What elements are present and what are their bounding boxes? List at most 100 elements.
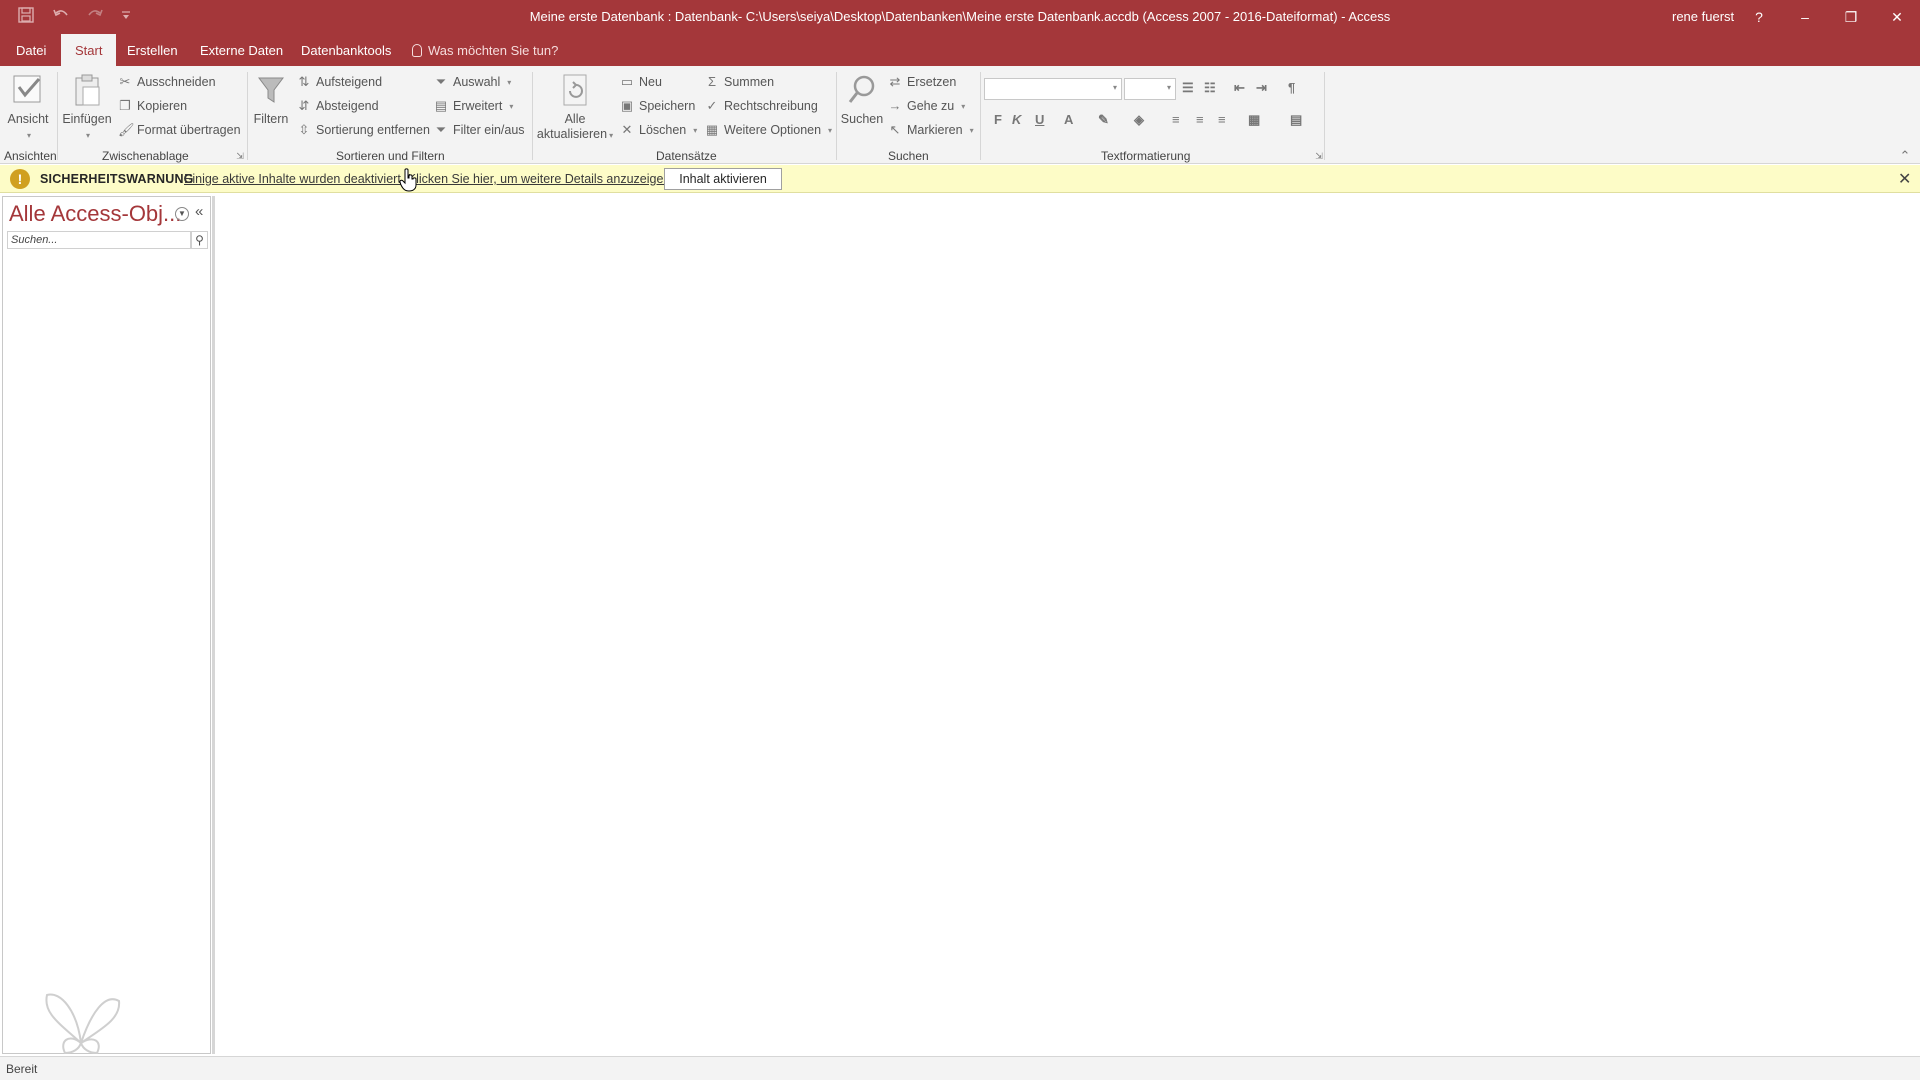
advanced-dropdown-icon: ▾: [509, 101, 514, 111]
font-size-combo[interactable]: ▾: [1124, 78, 1176, 100]
spelling-button[interactable]: ✓ Rechtschreibung: [705, 96, 818, 116]
close-button[interactable]: ✕: [1882, 4, 1912, 30]
status-text: Bereit: [6, 1062, 38, 1076]
save-record-button[interactable]: ▣ Speichern: [620, 96, 695, 116]
clipboard-dialog-launcher[interactable]: ⇲: [233, 150, 247, 162]
help-button[interactable]: ?: [1744, 4, 1774, 30]
more-options-button[interactable]: ▦ Weitere Optionen ▾: [705, 120, 832, 140]
alternate-row-color-icon[interactable]: ▤: [1290, 112, 1302, 128]
new-label: Neu: [639, 75, 662, 89]
goto-button[interactable]: → Gehe zu ▾: [888, 96, 966, 116]
security-warning-bar: ! SICHERHEITSWARNUNG Einige aktive Inhal…: [0, 165, 1920, 193]
align-center-icon[interactable]: ≡: [1196, 112, 1204, 127]
new-record-icon: ▭: [620, 74, 634, 89]
more-dropdown-icon: ▾: [828, 125, 833, 135]
table-icon: ▦: [705, 122, 719, 137]
security-details-link[interactable]: Einige aktive Inhalte wurden deaktiviert…: [184, 172, 674, 186]
tab-datei[interactable]: Datei: [2, 34, 60, 66]
align-left-icon[interactable]: ≡: [1172, 112, 1180, 127]
find-button[interactable]: Suchen: [838, 72, 886, 127]
format-painter-button[interactable]: 🖌 Format übertragen: [118, 120, 241, 140]
status-bar: Bereit: [0, 1056, 1920, 1080]
collapse-nav-button[interactable]: «: [195, 203, 203, 220]
advanced-filter-button[interactable]: ▤ Erweitert ▾: [434, 96, 514, 116]
nav-search-input[interactable]: Suchen...: [7, 231, 191, 249]
delete-label: Löschen: [639, 123, 687, 137]
sort-descending-button[interactable]: ⇵ Absteigend: [297, 96, 379, 116]
underline-button[interactable]: U: [1035, 112, 1044, 127]
numbering-icon[interactable]: ☷: [1204, 80, 1216, 96]
collapse-ribbon-button[interactable]: ⌃: [1898, 146, 1912, 166]
find-label: Suchen: [840, 112, 884, 126]
paste-dropdown-icon: ▾: [85, 131, 90, 140]
sort-asc-icon: ⇅: [298, 74, 310, 89]
select-button[interactable]: ↖ Markieren ▾: [888, 120, 974, 140]
paste-button[interactable]: Einfügen ▾: [62, 72, 112, 143]
copy-label: Kopieren: [137, 99, 188, 113]
selection-filter-button[interactable]: ⏷ Auswahl ▾: [434, 72, 511, 92]
view-button[interactable]: Ansicht ▾: [6, 72, 50, 143]
increase-indent-icon[interactable]: ⇥: [1256, 80, 1267, 96]
ribbon: Ansicht ▾ Ansichten Einfügen ▾ ✂ Ausschneid…: [0, 66, 1920, 164]
refresh-all-button[interactable]: Alle aktualisieren ▾: [536, 72, 614, 143]
search-icon[interactable]: ⚲: [191, 231, 208, 249]
tab-externe-daten[interactable]: Externe Daten: [186, 34, 297, 66]
refresh-dropdown-icon: ▾: [609, 131, 614, 140]
replace-icon: ⇄: [889, 74, 901, 89]
highlight-icon[interactable]: ✎: [1098, 112, 1109, 128]
totals-button[interactable]: Σ Summen: [705, 72, 774, 92]
delete-icon: ✕: [621, 122, 633, 137]
decrease-indent-icon[interactable]: ⇤: [1234, 80, 1245, 96]
goto-label: Gehe zu: [907, 99, 955, 113]
bold-button[interactable]: F: [994, 112, 1002, 127]
view-label: Ansicht: [7, 112, 49, 126]
pointer-icon: ↖: [889, 122, 901, 137]
dialog-launcher-icon: ⇲: [236, 151, 244, 161]
tab-datenbanktools[interactable]: Datenbanktools: [287, 34, 405, 66]
filter-button[interactable]: Filtern: [251, 72, 291, 127]
clipboard-icon: [69, 72, 105, 108]
toggle-filter-button[interactable]: ⏷ Filter ein/aus: [434, 120, 525, 140]
align-right-icon[interactable]: ≡: [1218, 112, 1226, 127]
spelling-check-icon: ✓: [706, 98, 718, 113]
view-dropdown-icon: ▾: [26, 131, 31, 140]
nav-pane-title[interactable]: Alle Access-Obj...: [9, 201, 181, 227]
cut-button[interactable]: ✂ Ausschneiden: [118, 72, 216, 92]
magnifier-icon: [844, 72, 880, 108]
delete-record-button[interactable]: ✕ Löschen ▾: [620, 120, 698, 140]
title-bar: Meine erste Datenbank : Datenbank- C:\Us…: [0, 0, 1920, 34]
gridlines-icon[interactable]: ▦: [1248, 112, 1260, 128]
font-name-combo[interactable]: ▾: [984, 78, 1122, 100]
chevron-down-icon[interactable]: ▼: [175, 207, 189, 221]
refresh-icon: [557, 72, 593, 108]
remove-sort-button[interactable]: ⇳ Sortierung entfernen: [297, 120, 430, 140]
group-separator: [532, 72, 533, 160]
tab-erstellen[interactable]: Erstellen: [113, 34, 192, 66]
window-title: Meine erste Datenbank : Datenbank- C:\Us…: [529, 9, 1391, 24]
copy-button[interactable]: ❐ Kopieren: [118, 96, 187, 116]
replace-button[interactable]: ⇄ Ersetzen: [888, 72, 957, 92]
paragraph-direction-icon[interactable]: ¶: [1288, 80, 1295, 95]
new-record-button[interactable]: ▭ Neu: [620, 72, 662, 92]
refresh-all-label-1: Alle: [564, 112, 586, 126]
close-icon[interactable]: ✕: [1898, 169, 1911, 189]
tab-start[interactable]: Start: [61, 34, 117, 66]
lightbulb-icon: [412, 44, 422, 57]
nav-pane-splitter[interactable]: [212, 196, 215, 1054]
fill-color-icon[interactable]: ◈: [1134, 112, 1144, 128]
bullets-icon[interactable]: ☰: [1182, 80, 1194, 96]
user-name[interactable]: rene fuerst: [1672, 9, 1734, 24]
paste-label: Einfügen: [62, 112, 112, 126]
funnel-icon: [253, 72, 289, 108]
sort-ascending-button[interactable]: ⇅ Aufsteigend: [297, 72, 382, 92]
restore-button[interactable]: ❐: [1836, 4, 1866, 30]
font-color-button[interactable]: A: [1064, 112, 1073, 127]
remove-sort-label: Sortierung entfernen: [316, 123, 430, 137]
enable-content-button[interactable]: Inhalt aktivieren: [664, 168, 782, 190]
group-separator: [57, 72, 58, 160]
tell-me-search[interactable]: Was möchten Sie tun?: [412, 34, 558, 66]
paintbrush-icon: 🖌: [118, 122, 135, 137]
italic-button[interactable]: K: [1012, 112, 1021, 127]
minimize-button[interactable]: –: [1790, 4, 1820, 30]
totals-label: Summen: [724, 75, 775, 89]
